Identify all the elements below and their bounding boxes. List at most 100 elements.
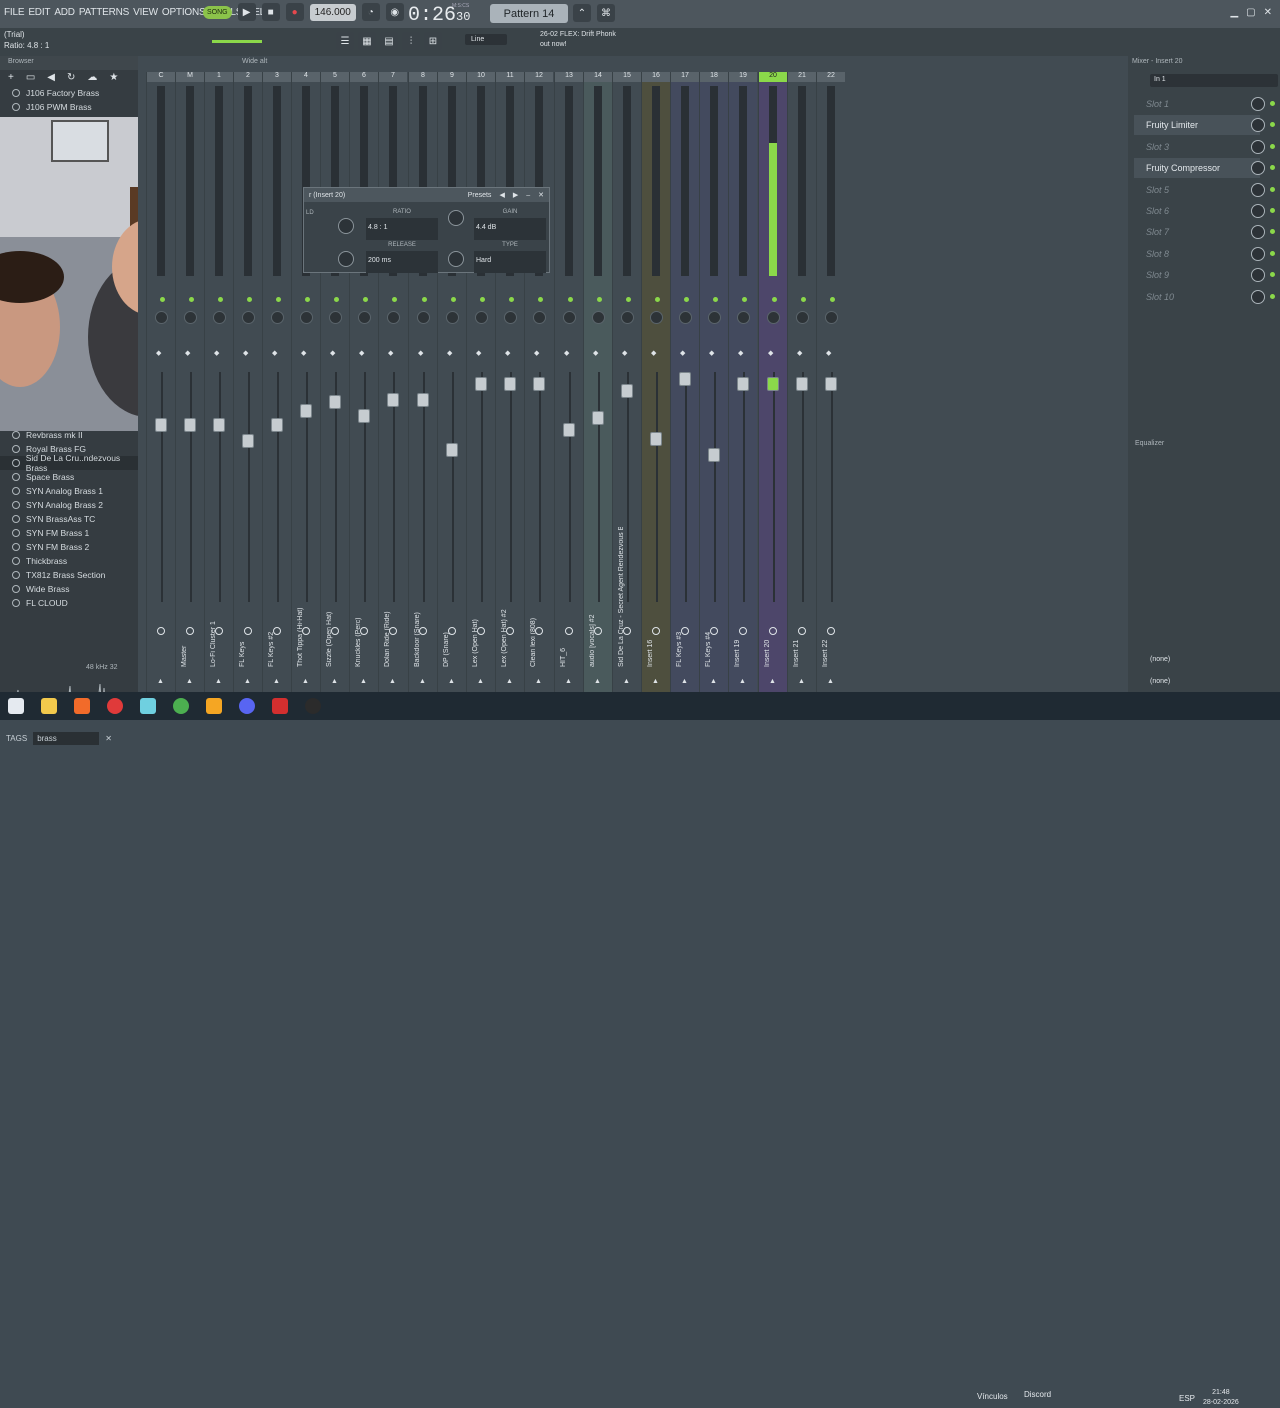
mute-led-icon[interactable]	[189, 297, 194, 302]
stereo-sep-icon[interactable]: ◆	[388, 349, 393, 357]
pan-knob-icon[interactable]	[825, 311, 838, 324]
pan-knob-icon[interactable]	[592, 311, 605, 324]
back-icon[interactable]: ◀	[47, 72, 55, 84]
knee-knob-icon[interactable]	[448, 210, 464, 226]
effect-slot[interactable]: Slot 6	[1134, 201, 1260, 221]
route-icon[interactable]	[419, 627, 427, 635]
mixer-strip[interactable]: 13 ◆ HIT_6 ▲	[554, 72, 583, 692]
stereo-sep-icon[interactable]: ◆	[214, 349, 219, 357]
pan-knob-icon[interactable]	[242, 311, 255, 324]
effect-slot[interactable]: Slot 7	[1134, 222, 1260, 242]
mute-led-icon[interactable]	[597, 297, 602, 302]
send-arrow-icon[interactable]: ▲	[798, 678, 805, 685]
pan-knob-icon[interactable]	[563, 311, 576, 324]
route-icon[interactable]	[273, 627, 281, 635]
voicemeeter-icon[interactable]	[272, 698, 288, 714]
stereo-sep-icon[interactable]: ◆	[156, 349, 161, 357]
volume-fader[interactable]	[533, 376, 545, 391]
browser-icon[interactable]: ⊞	[424, 32, 442, 50]
pan-knob-icon[interactable]	[213, 311, 226, 324]
slot-mix-knob-icon[interactable]	[1251, 139, 1265, 154]
pan-knob-icon[interactable]	[387, 311, 400, 324]
volume-fader[interactable]	[708, 447, 720, 462]
refresh-icon[interactable]: ↻	[67, 72, 75, 84]
channel-rack-icon[interactable]: ▤	[380, 32, 398, 50]
route-icon[interactable]	[623, 627, 631, 635]
mixer-strip[interactable]: 1 ◆ Lo-Fi Cluster 1 ▲	[204, 72, 233, 692]
volume-fader[interactable]	[679, 372, 691, 386]
mute-led-icon[interactable]	[363, 297, 368, 302]
volume-fader[interactable]	[767, 376, 779, 391]
mute-led-icon[interactable]	[538, 297, 543, 302]
slot-mix-knob-icon[interactable]	[1251, 268, 1265, 283]
mixer-strip[interactable]: 17 ◆ FL Keys #3 ▲	[670, 72, 699, 692]
system-clock[interactable]: 21:48 28-02-2026	[1203, 1388, 1239, 1408]
slot-mix-knob-icon[interactable]	[1251, 289, 1265, 304]
volume-fader[interactable]	[621, 383, 633, 398]
mixer-strip[interactable]: 11 ◆ Lex (Open Hat) #2 ▲	[495, 72, 524, 692]
input-select[interactable]: In 1	[1150, 74, 1278, 87]
type-control[interactable]: TYPE Hard	[474, 242, 546, 273]
send-arrow-icon[interactable]: ▲	[389, 678, 396, 685]
discord-icon[interactable]	[239, 698, 255, 714]
volume-fader[interactable]	[417, 392, 429, 407]
mixer-strip[interactable]: 18 ◆ FL Keys #4 ▲	[699, 72, 728, 692]
send-arrow-icon[interactable]: ▲	[681, 678, 688, 685]
browser-item[interactable]: SYN FM Brass 2	[0, 540, 138, 554]
volume-fader[interactable]	[737, 376, 749, 391]
volume-fader[interactable]	[387, 392, 399, 407]
mute-led-icon[interactable]	[568, 297, 573, 302]
mute-led-icon[interactable]	[713, 297, 718, 302]
send-arrow-icon[interactable]: ▲	[186, 678, 193, 685]
slot-enable-led-icon[interactable]	[1270, 122, 1275, 128]
effect-slot[interactable]: Slot 1	[1134, 94, 1260, 114]
send-arrow-icon[interactable]: ▲	[506, 678, 513, 685]
mixer-strip[interactable]: C ◆ ▲	[146, 72, 175, 692]
mute-led-icon[interactable]	[480, 297, 485, 302]
route-icon[interactable]	[215, 627, 223, 635]
menu-file[interactable]: FILE	[4, 7, 25, 18]
mute-led-icon[interactable]	[772, 297, 777, 302]
browser-item[interactable]: SYN BrassAss TC	[0, 512, 138, 526]
route-icon[interactable]	[360, 627, 368, 635]
stereo-sep-icon[interactable]: ◆	[359, 349, 364, 357]
pan-knob-icon[interactable]	[184, 311, 197, 324]
file-icon[interactable]: ▭	[26, 72, 35, 84]
slot-enable-led-icon[interactable]	[1270, 293, 1275, 299]
browser-item[interactable]: Sid De La Cru..ndezvous Brass	[0, 453, 138, 473]
effect-slot[interactable]: Slot 10	[1134, 287, 1260, 307]
pan-knob-icon[interactable]	[417, 311, 430, 324]
browser-search-input[interactable]: brass	[33, 732, 100, 745]
pattern-selector[interactable]: Pattern 14	[490, 4, 568, 23]
volume-fader[interactable]	[155, 418, 167, 432]
slot-enable-led-icon[interactable]	[1270, 101, 1275, 106]
mixer-strip[interactable]: 7 ◆ Dolan Ride (Ride) ▲	[378, 72, 407, 692]
send-arrow-icon[interactable]: ▲	[302, 678, 309, 685]
mixer-strip[interactable]: 20 ◆ Insert 20 ▲	[758, 72, 787, 692]
send-arrow-icon[interactable]: ▲	[244, 678, 251, 685]
song-mode-toggle[interactable]: SONG	[203, 5, 232, 19]
restore-icon[interactable]: ▢	[1246, 7, 1255, 18]
volume-fader[interactable]	[271, 418, 283, 432]
route-icon[interactable]	[186, 627, 194, 635]
minimize-icon[interactable]: ▁	[1230, 7, 1238, 18]
mixer-strip[interactable]: 10 ◆ Lex (Open Hat) ▲	[466, 72, 495, 692]
slot-mix-knob-icon[interactable]	[1251, 161, 1265, 176]
route-icon[interactable]	[827, 627, 835, 635]
volume-fader[interactable]	[329, 395, 341, 409]
browser-item[interactable]: Thickbrass	[0, 554, 138, 568]
stereo-sep-icon[interactable]: ◆	[680, 349, 685, 357]
mixer-layout-label[interactable]: Wide alt	[242, 58, 267, 68]
mute-led-icon[interactable]	[334, 297, 339, 302]
next-preset-icon[interactable]: ▶	[513, 191, 518, 199]
route-icon[interactable]	[506, 627, 514, 635]
presets-button[interactable]: Presets	[468, 192, 492, 199]
route-icon[interactable]	[565, 627, 573, 635]
stereo-sep-icon[interactable]: ◆	[330, 349, 335, 357]
volume-fader[interactable]	[213, 418, 225, 432]
stereo-sep-icon[interactable]: ◆	[301, 349, 306, 357]
main-volume-slider[interactable]	[212, 40, 262, 43]
mute-led-icon[interactable]	[247, 297, 252, 302]
route-icon[interactable]	[477, 627, 485, 635]
stereo-sep-icon[interactable]: ◆	[534, 349, 539, 357]
